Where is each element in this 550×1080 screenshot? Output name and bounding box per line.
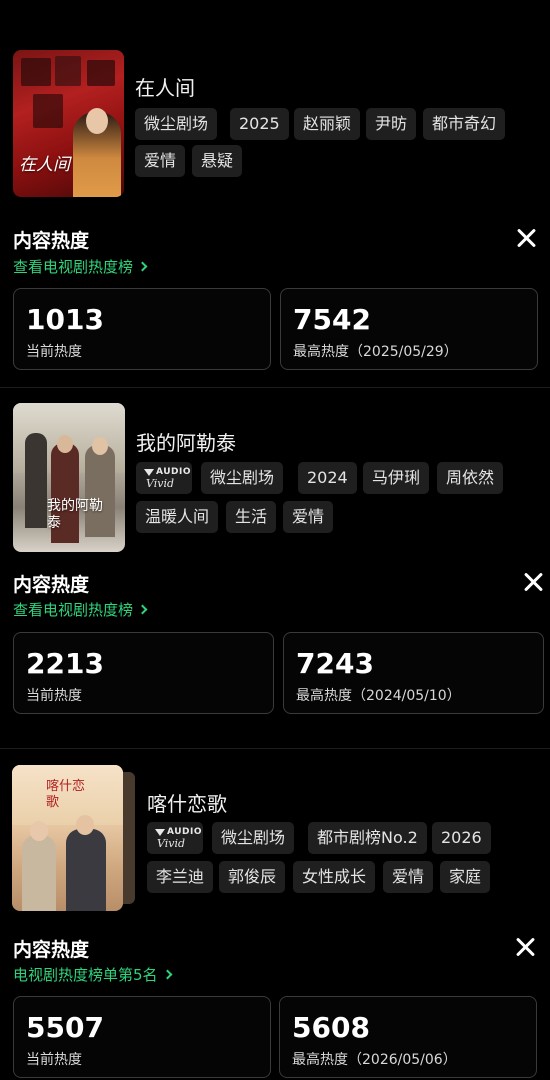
heat-rank-link[interactable]: 电视剧热度榜单第5名 [13,964,172,985]
tag[interactable]: 2026 [432,822,491,854]
audio-vivid-badge: AUDIO Vivid [147,822,203,854]
peak-heat-label: 最高热度（2026/05/06） [292,1052,457,1068]
chevron-right-icon [162,969,172,980]
peak-heat-card: 5608 最高热度（2026/05/06） [279,996,537,1078]
poster-stack-edge [123,772,135,904]
current-heat-label: 当前热度 [26,1052,82,1068]
heat-section-title: 内容热度 [13,939,90,961]
show-title[interactable]: 喀什恋歌 [147,788,227,817]
tag[interactable]: 家庭 [440,861,491,893]
tag[interactable]: 爱情 [383,861,434,893]
tag[interactable]: 李兰迪 [147,861,214,893]
poster-image[interactable]: 喀什恋歌 [12,765,123,911]
tag[interactable]: 微尘剧场 [212,822,295,854]
heat-rank-link-label: 电视剧热度榜单第5名 [13,966,158,984]
tag[interactable]: 都市剧榜No.2 [308,822,427,854]
tag[interactable]: 女性成长 [293,861,376,893]
close-icon[interactable] [513,935,537,959]
show-card-3: 喀什恋歌 喀什恋歌 AUDIO Vivid 微尘剧场 都市剧榜No.2 2026… [0,0,550,1080]
peak-heat-value: 5608 [292,1011,370,1044]
tag[interactable]: 郭俊辰 [219,861,286,893]
current-heat-value: 5507 [26,1011,104,1044]
current-heat-card: 5507 当前热度 [13,996,271,1078]
poster-caption: 喀什恋歌 [46,779,86,810]
